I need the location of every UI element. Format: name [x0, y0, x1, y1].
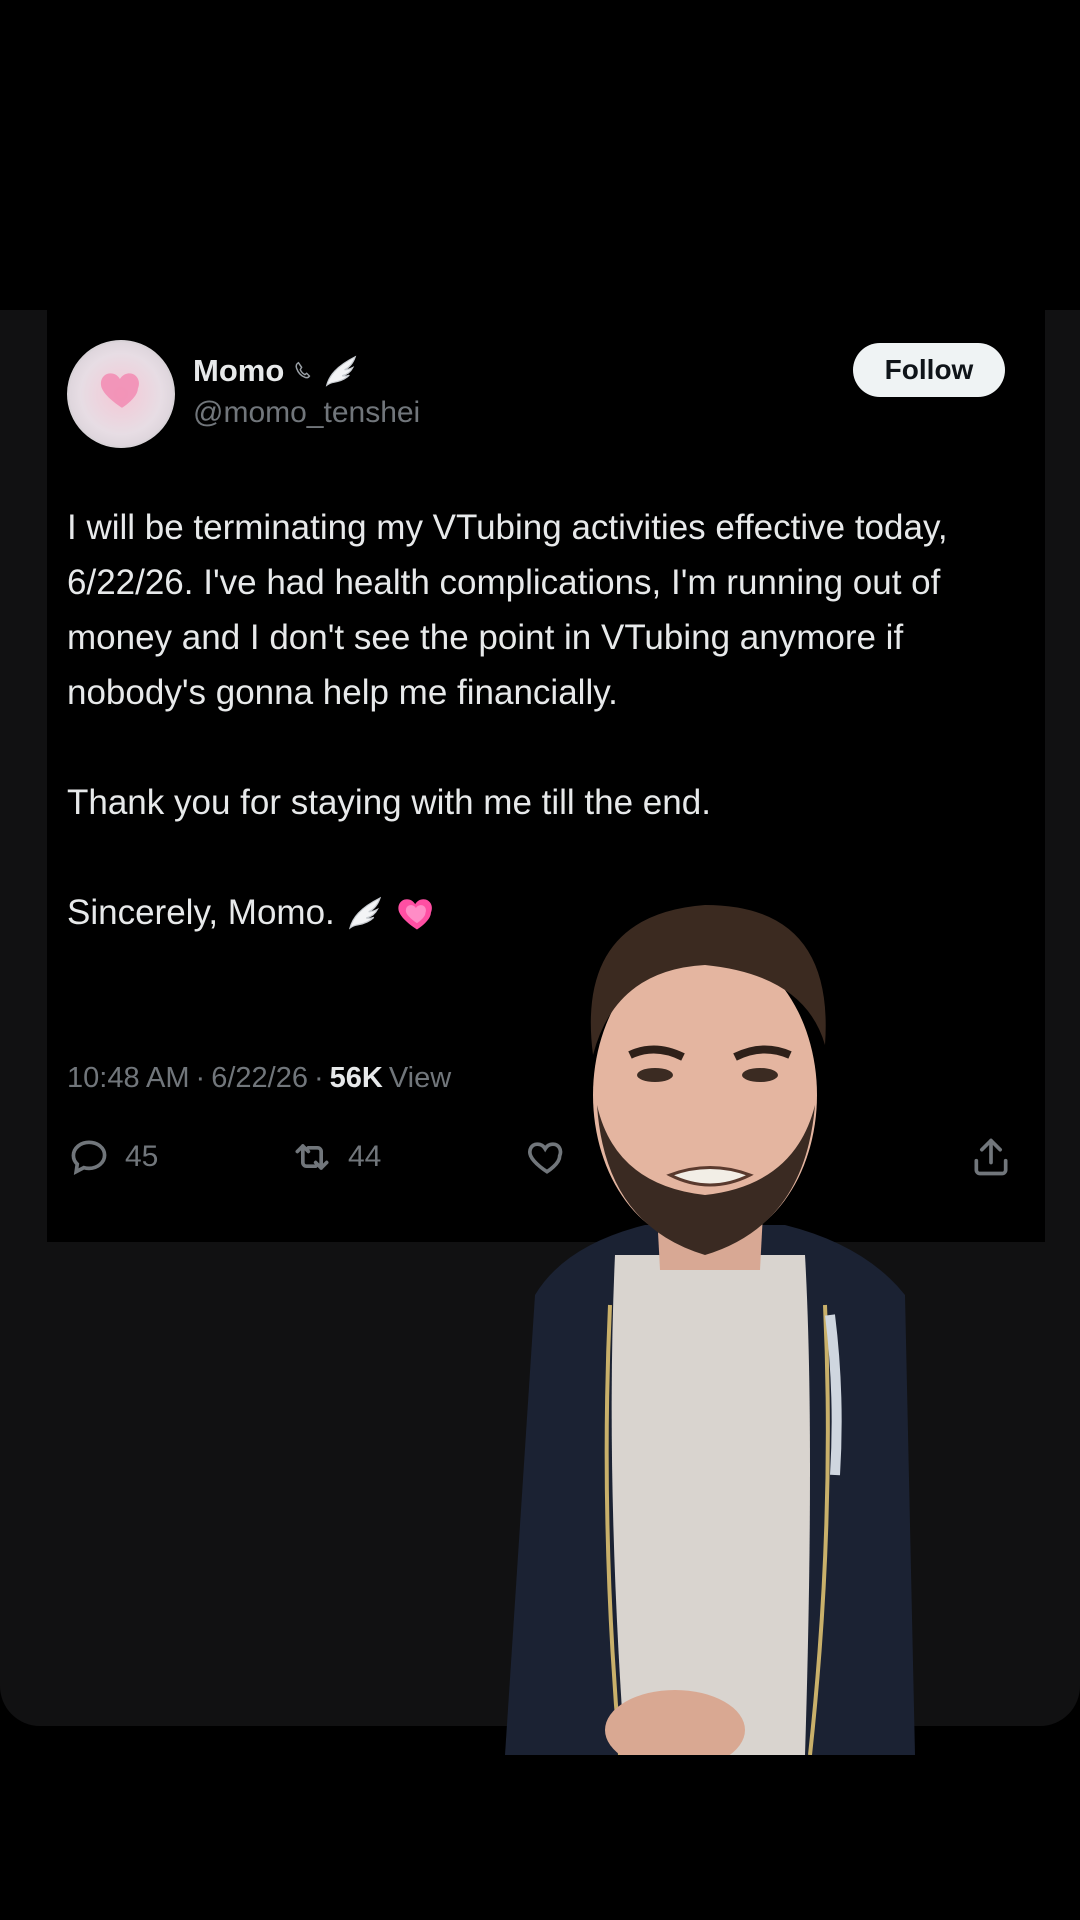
repost-count: 44	[348, 1140, 382, 1173]
meta-separator: ·	[195, 1062, 206, 1094]
tweet-paragraph-1: I will be terminating my VTubing activit…	[67, 508, 948, 712]
avatar[interactable]	[67, 340, 175, 448]
tweet-text: I will be terminating my VTubing activit…	[67, 500, 1007, 940]
views-count: 56K	[329, 1062, 383, 1094]
author-display-name[interactable]: Momo	[193, 353, 284, 389]
tweet-date[interactable]: 6/22/26	[211, 1062, 308, 1095]
telephone-receiver-icon	[295, 361, 311, 379]
author-name-row: Momo	[193, 352, 360, 390]
tweet-time[interactable]: 10:48 AM	[67, 1062, 190, 1095]
tweet-meta: 10:48 AM · 6/22/26 · 56K View	[67, 1062, 451, 1095]
reply-count: 45	[125, 1140, 159, 1173]
reply-button[interactable]: 45	[67, 1135, 158, 1179]
share-upload-icon	[974, 1138, 1008, 1176]
avatar-heart-icon	[100, 373, 139, 408]
wing-icon	[326, 355, 357, 387]
person-overlay	[505, 905, 915, 1755]
share-button[interactable]	[969, 1135, 1013, 1179]
wing-icon	[348, 896, 381, 930]
repost-button[interactable]: 44	[290, 1135, 381, 1179]
follow-button[interactable]: Follow	[853, 343, 1005, 397]
tweet-signature: Sincerely, Momo.	[67, 893, 335, 932]
growing-heart-icon	[398, 898, 432, 929]
top-dark-area	[0, 0, 1080, 310]
repost-arrows-icon	[295, 1144, 329, 1170]
views-label: View	[388, 1062, 452, 1094]
speech-bubble-icon	[71, 1140, 107, 1175]
tweet-paragraph-2: Thank you for staying with me till the e…	[67, 783, 711, 822]
meta-separator: ·	[313, 1062, 324, 1094]
author-handle[interactable]: @momo_tenshei	[193, 396, 420, 430]
